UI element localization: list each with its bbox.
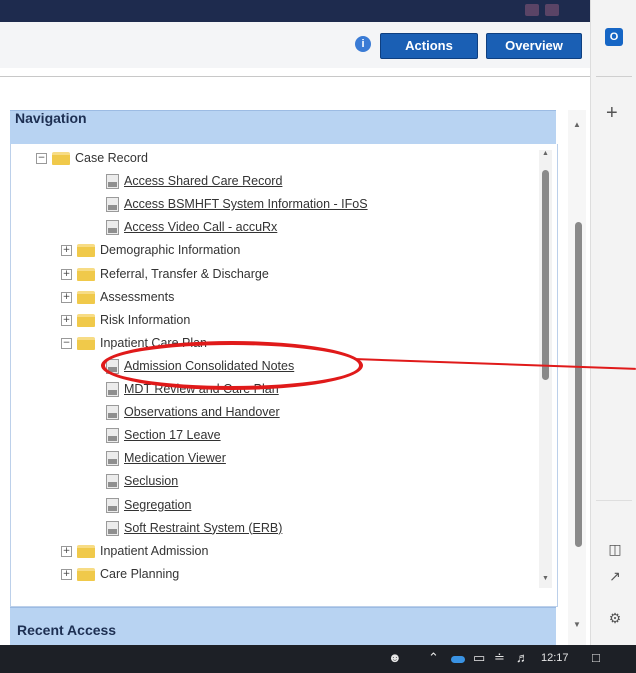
tree-folder-label: Inpatient Admission: [100, 543, 209, 558]
tree-link-label[interactable]: Access Video Call - accuRx: [124, 220, 277, 234]
document-icon: [106, 382, 119, 397]
document-icon: [106, 405, 119, 421]
folder-icon: [52, 152, 70, 165]
tree-folder-label: Assessments: [100, 289, 175, 304]
tree-link-label[interactable]: Soft Restraint System (ERB): [124, 521, 282, 535]
recent-access-title: Recent Access: [17, 622, 117, 638]
tree-folder[interactable]: + Demographic Information: [61, 240, 536, 262]
tree-link[interactable]: Seclusion: [86, 471, 536, 493]
overview-button[interactable]: Overview: [486, 33, 582, 59]
chevron-up-icon[interactable]: ⌃: [428, 650, 439, 666]
folder-icon: [77, 336, 95, 350]
tree-link-label[interactable]: Access BSMHFT System Information - IFoS: [124, 197, 368, 211]
divider: [0, 68, 590, 77]
expand-toggle-icon[interactable]: +: [61, 568, 72, 580]
tree-folder-label: Demographic Information: [100, 243, 241, 258]
notification-icon[interactable]: □: [592, 650, 600, 665]
collapse-toggle-icon[interactable]: −: [61, 337, 72, 349]
tree-link-label[interactable]: Seclusion: [124, 474, 178, 488]
tree-folder[interactable]: + Risk Information: [61, 310, 536, 332]
tree-link[interactable]: Section 17 Leave: [86, 425, 536, 447]
folder-icon: [77, 313, 95, 327]
tree-link-label[interactable]: Section 17 Leave: [124, 428, 221, 442]
settings-gear-icon[interactable]: ⚙: [606, 610, 624, 627]
tree-link[interactable]: Access BSMHFT System Information - IFoS: [61, 194, 536, 216]
battery-icon[interactable]: ▭: [473, 650, 485, 666]
folder-icon: [77, 267, 95, 281]
scroll-up-arrow-icon[interactable]: ▲: [573, 120, 581, 129]
expand-toggle-icon[interactable]: +: [61, 291, 72, 303]
tree-link[interactable]: Observations and Handover: [86, 402, 536, 424]
tree-folder[interactable]: + Inpatient Admission: [61, 541, 536, 563]
title-bar: [0, 0, 590, 22]
expand-toggle-icon[interactable]: +: [61, 268, 72, 280]
tree-link[interactable]: Access Shared Care Record: [61, 171, 536, 193]
scroll-down-arrow-icon[interactable]: ▼: [573, 620, 581, 629]
tree-folder-label: Case Record: [75, 151, 148, 165]
tree-link[interactable]: Access Video Call - accuRx: [61, 217, 536, 239]
folder-icon: [77, 290, 95, 304]
people-icon[interactable]: ☻: [388, 650, 402, 665]
document-icon: [106, 474, 119, 490]
document-icon: [106, 428, 119, 444]
navigation-title: Navigation: [15, 110, 87, 126]
tree-link-label[interactable]: Observations and Handover: [124, 405, 280, 419]
volume-icon[interactable]: ♬: [516, 650, 529, 665]
onedrive-cloud-icon[interactable]: [451, 656, 465, 663]
divider: [596, 76, 632, 77]
document-icon: [106, 174, 119, 190]
open-external-icon[interactable]: ↗: [606, 568, 624, 585]
wifi-icon[interactable]: ≐: [494, 650, 505, 666]
tree-link-label[interactable]: Segregation: [124, 498, 191, 512]
add-icon[interactable]: +: [606, 102, 618, 125]
expand-toggle-icon[interactable]: +: [61, 545, 72, 557]
document-icon: [106, 197, 119, 213]
tree-folder[interactable]: + Assessments: [61, 287, 536, 309]
divider: [596, 500, 632, 501]
actions-button[interactable]: Actions: [380, 33, 478, 59]
collapse-toggle-icon[interactable]: −: [36, 153, 47, 164]
info-icon[interactable]: i: [355, 36, 371, 52]
window-indicator: [525, 4, 539, 16]
window-indicator: [545, 4, 559, 16]
navigation-header: [10, 110, 556, 145]
document-icon: [106, 497, 119, 513]
split-view-icon[interactable]: ◫: [606, 541, 624, 558]
tree-folder-label: Risk Information: [100, 312, 191, 327]
outlook-icon[interactable]: O: [605, 28, 623, 46]
tree-link[interactable]: Segregation: [86, 495, 536, 517]
page-scrollbar-thumb[interactable]: [575, 222, 582, 547]
folder-icon: [77, 244, 95, 258]
document-icon: [106, 220, 119, 236]
tree-folder-label: Care Planning: [100, 566, 180, 581]
tree-link[interactable]: Soft Restraint System (ERB): [86, 518, 536, 540]
tree-link-label[interactable]: Medication Viewer: [124, 451, 226, 465]
tree-folder[interactable]: − Case Record: [36, 148, 526, 170]
highlight-ellipse: [101, 341, 363, 390]
document-icon: [106, 520, 119, 536]
document-icon: [106, 451, 119, 467]
tree-link[interactable]: Medication Viewer: [86, 448, 536, 470]
clock[interactable]: 12:17: [541, 652, 569, 664]
scroll-down-arrow-icon[interactable]: ▼: [542, 575, 549, 582]
expand-toggle-icon[interactable]: +: [61, 245, 72, 257]
folder-icon: [77, 544, 95, 558]
navigation-scrollbar-thumb[interactable]: [542, 170, 549, 380]
tree-link-label[interactable]: Access Shared Care Record: [124, 174, 282, 188]
tree-folder[interactable]: + Care Planning: [61, 564, 536, 586]
expand-toggle-icon[interactable]: +: [61, 314, 72, 326]
tree-folder[interactable]: + Referral, Transfer & Discharge: [61, 264, 536, 286]
folder-icon: [77, 567, 95, 581]
tree-folder-label: Referral, Transfer & Discharge: [100, 266, 269, 281]
scroll-up-arrow-icon[interactable]: ▲: [542, 150, 549, 157]
